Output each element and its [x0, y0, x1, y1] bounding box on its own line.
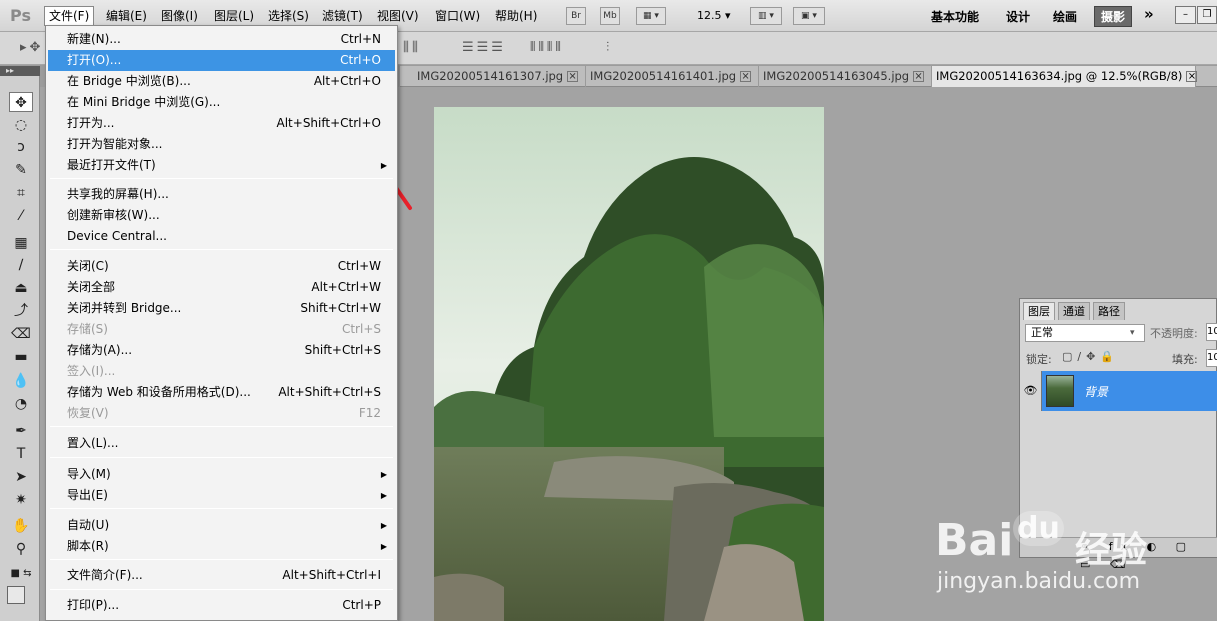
menu-item-label: 签入(I)... — [67, 364, 116, 378]
menu-item-open-as-smart-object[interactable]: 打开为智能对象... — [48, 134, 395, 155]
menu-item-label: 脚本(R) — [67, 539, 109, 553]
lock-icons[interactable]: ▢∕✥🔒 — [1062, 350, 1119, 363]
menu-item-share-screen[interactable]: 共享我的屏幕(H)... — [48, 184, 395, 205]
menu-item-check-in: 签入(I)... — [48, 361, 395, 382]
tab-layers[interactable]: 图层 — [1023, 302, 1055, 320]
menu-item-label: 自动(U) — [67, 518, 110, 532]
menu-separator — [50, 426, 393, 427]
menu-item-label: 关闭(C) — [67, 259, 109, 273]
menu-item-label: 存储为(A)... — [67, 343, 133, 357]
layer-name[interactable]: 背景 — [1084, 383, 1108, 400]
menu-separator — [50, 178, 393, 179]
menu-item-label: 打印(P)... — [67, 598, 120, 612]
menu-item-label: 存储(S) — [67, 322, 108, 336]
menu-item-label: 创建新审核(W)... — [67, 208, 160, 222]
menu-item-shortcut: Alt+Ctrl+O — [313, 74, 381, 88]
menu-item-scripts[interactable]: 脚本(R) ▶ — [48, 536, 395, 557]
fill-input[interactable]: 10 — [1206, 349, 1217, 367]
menu-item-browse-mini-bridge[interactable]: 在 Mini Bridge 中浏览(G)... — [48, 92, 395, 113]
menu-item-revert: 恢复(V) F12 — [48, 403, 395, 424]
menu-item-shortcut: Ctrl+W — [337, 259, 381, 273]
chevron-down-icon: ▾ — [1130, 328, 1135, 338]
blend-mode-select[interactable]: 正常 — [1025, 324, 1145, 342]
menu-item-file-info[interactable]: 文件简介(F)... Alt+Shift+Ctrl+I — [48, 565, 395, 586]
tab-paths[interactable]: 路径 — [1093, 302, 1125, 320]
layer-row-background[interactable]: 👁 背景 — [1020, 371, 1217, 411]
menu-item-open-as[interactable]: 打开为... Alt+Shift+Ctrl+O — [48, 113, 395, 134]
menu-item-place[interactable]: 置入(L)... — [48, 433, 395, 454]
menu-item-label: 导入(M) — [67, 467, 111, 481]
file-menu: 新建(N)... Ctrl+N 打开(O)... Ctrl+O 在 Bridge 中浏览… — [45, 25, 398, 621]
menu-item-label: 文件简介(F)... — [67, 568, 143, 582]
watermark-brand-c: 经验 — [1075, 530, 1148, 571]
submenu-arrow-icon: ▶ — [380, 161, 387, 170]
menu-item-label: 新建(N)... — [67, 32, 121, 46]
menu-item-import[interactable]: 导入(M) ▶ — [48, 464, 395, 485]
menu-item-close-all[interactable]: 关闭全部 Alt+Ctrl+W — [48, 277, 395, 298]
menu-item-label: 共享我的屏幕(H)... — [67, 187, 169, 201]
menu-item-open[interactable]: 打开(O)... Ctrl+O — [48, 50, 395, 71]
menu-separator — [50, 457, 393, 458]
menu-item-recent-files[interactable]: 最近打开文件(T) ▶ — [48, 155, 395, 176]
menu-item-shortcut: Ctrl+S — [341, 322, 381, 336]
menu-item-export[interactable]: 导出(E) ▶ — [48, 485, 395, 506]
submenu-arrow-icon: ▶ — [380, 542, 387, 551]
menu-item-label: 存储为 Web 和设备所用格式(D)... — [67, 385, 251, 399]
menu-item-shortcut: Shift+Ctrl+W — [300, 301, 381, 315]
menu-item-create-review[interactable]: 创建新审核(W)... — [48, 205, 395, 226]
eye-icon[interactable]: 👁 — [1020, 371, 1042, 411]
submenu-arrow-icon: ▶ — [380, 521, 387, 530]
menu-item-label: 在 Mini Bridge 中浏览(G)... — [67, 95, 221, 109]
menu-item-shortcut: Ctrl+P — [342, 598, 381, 612]
menu-item-label: 在 Bridge 中浏览(B)... — [67, 74, 191, 88]
menu-item-label: 打开为智能对象... — [67, 137, 163, 151]
menu-item-close-go-to-bridge[interactable]: 关闭并转到 Bridge... Shift+Ctrl+W — [48, 298, 395, 319]
menu-item-device-central[interactable]: Device Central... — [48, 226, 395, 247]
menu-item-label: 置入(L)... — [67, 436, 119, 450]
submenu-arrow-icon: ▶ — [380, 491, 387, 500]
lock-label: 锁定: — [1026, 353, 1052, 366]
watermark-brand-a: Bai — [935, 515, 1014, 566]
menu-item-shortcut: F12 — [358, 406, 381, 420]
menu-item-label: 关闭并转到 Bridge... — [67, 301, 182, 315]
paw-logo: du — [1013, 511, 1064, 546]
menu-item-label: 导出(E) — [67, 488, 108, 502]
menu-item-save-as[interactable]: 存储为(A)... Shift+Ctrl+S — [48, 340, 395, 361]
menu-item-shortcut: Alt+Shift+Ctrl+O — [276, 116, 381, 130]
menu-item-label: 恢复(V) — [67, 406, 109, 420]
opacity-label: 不透明度: — [1150, 327, 1198, 340]
photoshop-window: Ps 文件(F) 编辑(E) 图像(I) 图层(L) 选择(S) 滤镜(T) 视… — [0, 0, 1217, 621]
menu-item-shortcut: Shift+Ctrl+S — [304, 343, 381, 357]
menu-item-new[interactable]: 新建(N)... Ctrl+N — [48, 29, 395, 50]
menu-item-shortcut: Alt+Ctrl+W — [311, 280, 381, 294]
menu-item-label: 关闭全部 — [67, 280, 116, 294]
menu-item-shortcut: Alt+Shift+Ctrl+S — [278, 385, 381, 399]
menu-item-shortcut: Ctrl+N — [340, 32, 381, 46]
watermark-url: jingyan.baidu.com — [937, 569, 1141, 594]
tab-channels[interactable]: 通道 — [1058, 302, 1090, 320]
menu-item-browse-bridge[interactable]: 在 Bridge 中浏览(B)... Alt+Ctrl+O — [48, 71, 395, 92]
menu-item-label: 打开(O)... — [67, 53, 122, 67]
menu-item-print[interactable]: 打印(P)... Ctrl+P — [48, 595, 395, 616]
menu-item-label: Device Central... — [67, 229, 167, 243]
fill-label: 填充: — [1172, 353, 1198, 366]
menu-item-label: 最近打开文件(T) — [67, 158, 156, 172]
menu-item-save: 存储(S) Ctrl+S — [48, 319, 395, 340]
submenu-arrow-icon: ▶ — [380, 470, 387, 479]
menu-separator — [50, 249, 393, 250]
opacity-input[interactable]: 10 — [1206, 323, 1217, 341]
layer-thumbnail — [1046, 375, 1074, 407]
menu-item-save-for-web[interactable]: 存储为 Web 和设备所用格式(D)... Alt+Shift+Ctrl+S — [48, 382, 395, 403]
menu-separator — [50, 589, 393, 590]
menu-item-shortcut: Ctrl+O — [340, 53, 381, 67]
menu-item-automate[interactable]: 自动(U) ▶ — [48, 515, 395, 536]
baidu-watermark: Bai du 经验 jingyan.baidu.com — [935, 495, 1217, 621]
menu-item-shortcut: Alt+Shift+Ctrl+I — [282, 568, 381, 582]
menu-separator — [50, 508, 393, 509]
menu-item-close[interactable]: 关闭(C) Ctrl+W — [48, 256, 395, 277]
menu-separator — [50, 559, 393, 560]
menu-item-label: 打开为... — [67, 116, 115, 130]
